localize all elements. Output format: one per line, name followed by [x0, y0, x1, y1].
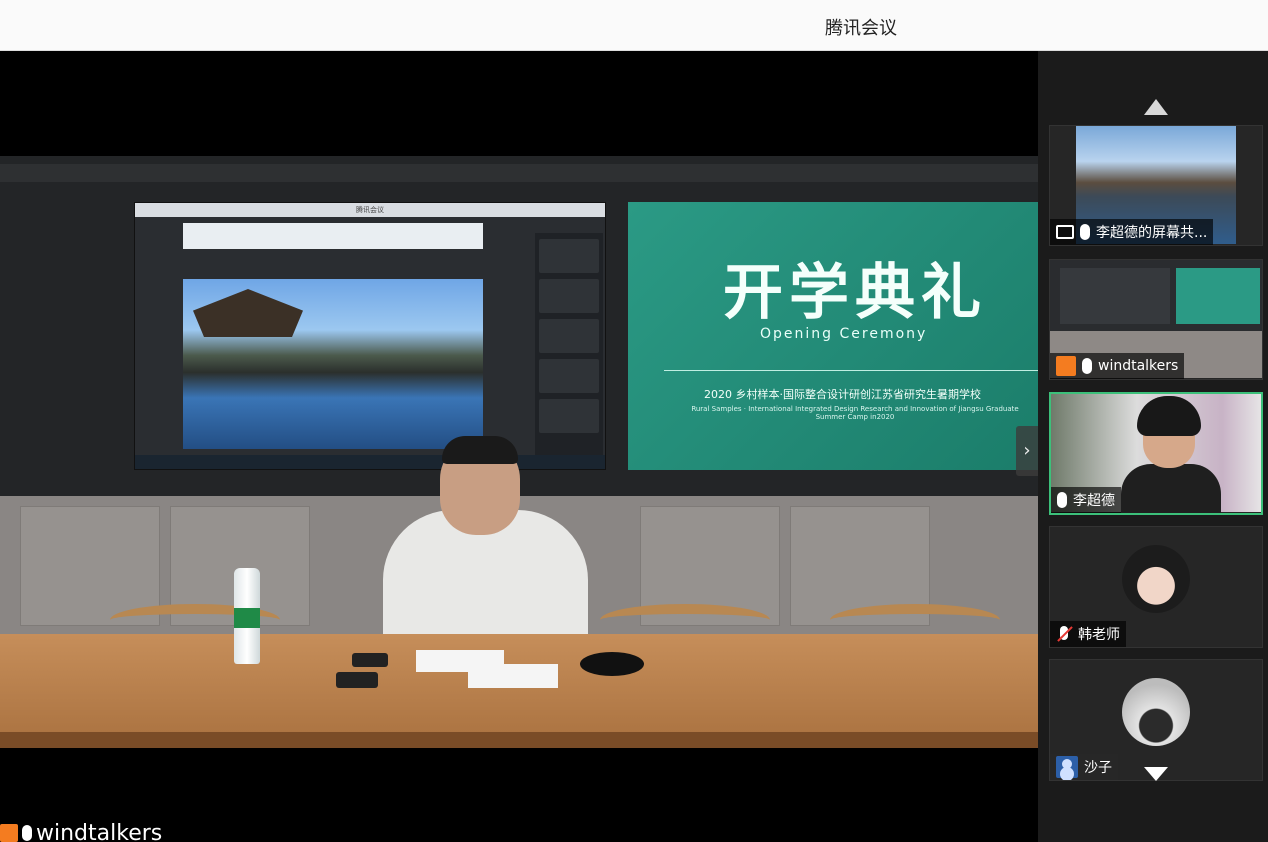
video-screen-left: [1060, 268, 1170, 324]
participant-tile-windtalkers[interactable]: windtalkers: [1049, 259, 1263, 380]
participant-label: 韩老师: [1050, 621, 1126, 647]
chair: [830, 604, 1000, 636]
main-video-stage[interactable]: 腾讯会议 开学典礼 Opening Ceremony 2020 乡村样本·国际整…: [0, 51, 1038, 842]
main-speaker-name: windtalkers: [36, 820, 163, 842]
slide-title-en: Opening Ceremony: [760, 326, 928, 342]
temple-roof: [193, 289, 303, 337]
screen-top-bezel: [0, 164, 1038, 182]
participant-name: 沙子: [1084, 760, 1112, 776]
left-screen-taskbar: [135, 455, 605, 469]
participant-label: 李超德: [1051, 487, 1121, 513]
slide-subtitle-en: Rural Samples · International Integrated…: [691, 405, 1019, 421]
mini-thumb: [539, 279, 599, 313]
scroll-down-arrow-icon[interactable]: [1144, 767, 1168, 781]
speaker-video: 腾讯会议 开学典礼 Opening Ceremony 2020 乡村样本·国际整…: [0, 156, 1038, 748]
mini-thumb: [539, 359, 599, 393]
architecture-photo: [183, 279, 483, 449]
main-speaker-label: windtalkers: [0, 820, 163, 842]
camera-icon: [0, 824, 18, 842]
presenter-hair: [442, 436, 518, 464]
mini-thumb: [539, 399, 599, 433]
microphone-icon: [1082, 358, 1092, 374]
video-screen-right: [1176, 268, 1260, 324]
chair: [600, 604, 770, 636]
window-title: 腾讯会议: [825, 18, 897, 39]
screen-wall: 腾讯会议 开学典礼 Opening Ceremony 2020 乡村样本·国际整…: [0, 156, 1038, 496]
user-icon: [1056, 756, 1078, 778]
slide-divider: [664, 370, 1038, 371]
next-page-button[interactable]: ›: [1016, 426, 1038, 476]
mini-thumb: [539, 239, 599, 273]
participant-avatar: [1122, 678, 1190, 746]
participant-tile-han[interactable]: 韩老师: [1049, 526, 1263, 648]
microphone-icon: [1080, 224, 1090, 240]
conference-speakerphone: [580, 652, 644, 676]
left-screen-participant-strip: [535, 233, 603, 463]
chevron-right-icon: ›: [1023, 440, 1031, 461]
right-display-slide: 开学典礼 Opening Ceremony 2020 乡村样本·国际整合设计研创…: [628, 202, 1038, 470]
conference-table: [0, 634, 1038, 748]
slide-title-cn: 开学典礼: [723, 258, 987, 328]
participant-avatar: [1122, 545, 1190, 613]
screen-share-icon: [1056, 225, 1074, 239]
participant-hair: [1137, 396, 1201, 436]
slide-subtitle-cn: 2020 乡村样本·国际整合设计研创江苏省研究生暑期学校: [704, 388, 981, 401]
mobile-phone: [352, 653, 388, 667]
table-edge: [0, 732, 1038, 748]
bottle-label: [234, 608, 260, 628]
participant-label: 李超德的屏幕共...: [1050, 219, 1214, 245]
title-bar: 腾讯会议: [0, 0, 1268, 51]
participant-label: 沙子: [1050, 754, 1118, 780]
participant-tile-screen-share[interactable]: 李超德的屏幕共...: [1049, 125, 1263, 246]
water-bottle: [234, 568, 260, 664]
participant-tile-shazi[interactable]: 沙子: [1049, 659, 1263, 781]
paper-sheet: [468, 664, 558, 688]
left-display-screen: 腾讯会议: [134, 202, 606, 470]
microphone-icon: [1057, 492, 1067, 508]
participant-name: windtalkers: [1098, 358, 1179, 374]
participant-name: 李超德: [1073, 493, 1115, 509]
mini-thumb: [539, 319, 599, 353]
microphone-icon: [22, 825, 32, 841]
participant-name: 李超德的屏幕共...: [1096, 225, 1208, 241]
participant-body: [1121, 464, 1221, 513]
participant-name: 韩老师: [1078, 627, 1120, 643]
participant-label: windtalkers: [1050, 353, 1185, 379]
left-screen-window-title: 腾讯会议: [135, 203, 605, 217]
mobile-phone: [336, 672, 378, 688]
scroll-up-arrow-icon[interactable]: [1144, 99, 1168, 115]
camera-icon: [1056, 356, 1076, 376]
participant-tile-active-speaker[interactable]: 李超德: [1049, 392, 1263, 515]
left-screen-blank-strip: [183, 223, 483, 249]
microphone-muted-icon: [1056, 626, 1072, 642]
